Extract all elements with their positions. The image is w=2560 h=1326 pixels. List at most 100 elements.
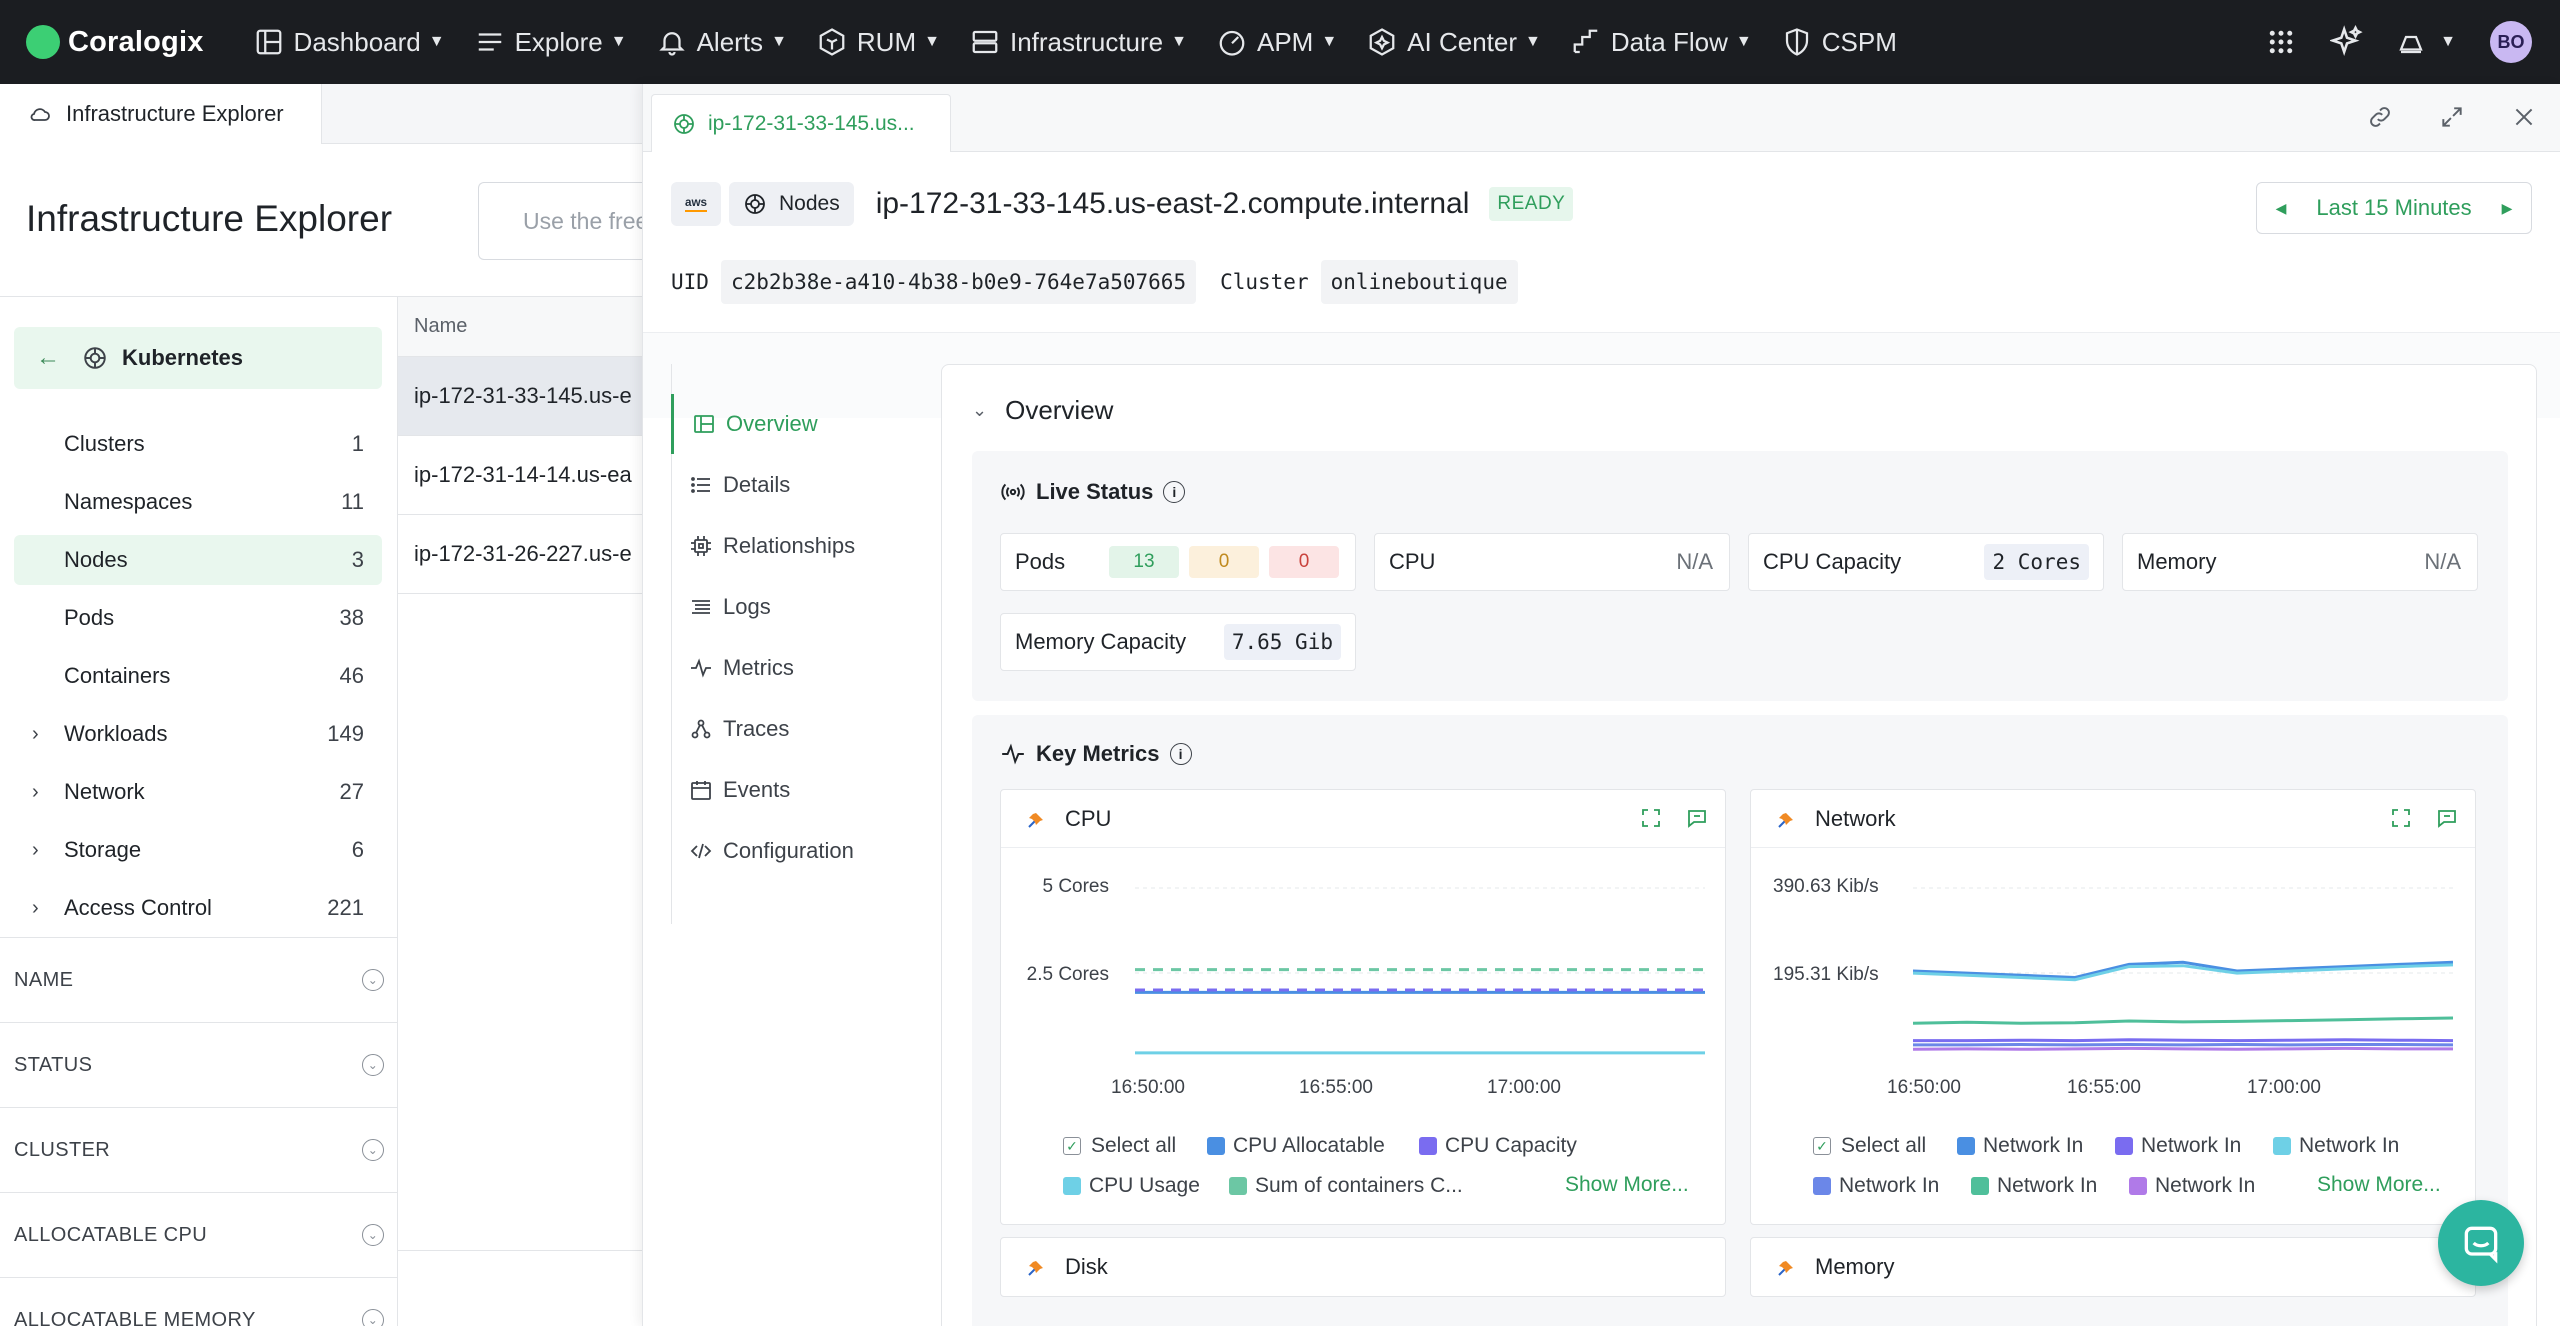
legend-item[interactable]: CPU Capacity [1419,1134,1577,1158]
tree-item-clusters[interactable]: Clusters 1 [14,419,382,469]
show-more-link[interactable]: Show More... [2317,1173,2441,1197]
nav-ai-center-label: AI Center [1407,26,1517,57]
legend-item[interactable]: Sum of containers C... [1229,1174,1463,1198]
tree-item-namespaces[interactable]: Namespaces 11 [14,477,382,527]
table-row[interactable]: ip-172-31-33-145.us-e [398,357,642,436]
chevron-down-icon[interactable]: ⌄ [972,400,987,421]
fullscreen-icon[interactable] [2389,806,2413,830]
tab-node[interactable]: ip-172-31-33-145.us... [651,94,951,152]
legend-item[interactable]: CPU Usage [1063,1174,1200,1198]
checkbox-icon[interactable]: ✓ [1813,1137,1831,1155]
subnav-traces[interactable]: Traces [671,699,911,759]
subnav-events[interactable]: Events [671,760,911,820]
legend-label: Select all [1091,1134,1177,1157]
tree-root-kubernetes[interactable]: ← Kubernetes [14,327,382,389]
column-header-name[interactable]: Name [398,297,642,357]
chevron-down-icon[interactable]: ⌄ [362,1054,384,1076]
y-tick-label: 5 Cores [1042,876,1109,897]
comment-icon[interactable] [1685,806,1709,830]
tree-item-label: Storage [64,837,142,862]
tree-item-label: Containers [64,663,171,688]
legend-item[interactable]: Network In [2273,1134,2399,1158]
nav-alerts[interactable]: Alerts ▼ [657,0,787,84]
sparkle-icon[interactable] [2330,25,2364,59]
chevron-down-icon[interactable]: ⌄ [362,1224,384,1246]
previous-range-icon[interactable]: ◀ [2276,200,2287,217]
tree-item-access-control[interactable]: › Access Control 221 [14,883,382,933]
legend-item[interactable]: Network In [1813,1174,1939,1198]
nav-explore[interactable]: Explore ▼ [475,0,627,84]
time-range-picker[interactable]: ◀ Last 15 Minutes ▶ [2256,182,2532,234]
filter-name[interactable]: NAME ⌄ [0,938,398,1023]
tree-item-containers[interactable]: Containers 46 [14,651,382,701]
overview-header[interactable]: ⌄ Overview [972,395,1113,426]
tree-item-nodes[interactable]: Nodes 3 [14,535,382,585]
cpu-stat: CPU N/A [1374,533,1730,591]
environment-switcher-icon[interactable]: ▼ [2398,27,2456,57]
chat-support-button[interactable] [2438,1200,2524,1286]
chevron-right-icon[interactable]: › [32,723,39,746]
tree-item-count: 221 [327,895,364,920]
subnav-details[interactable]: Details [671,455,911,515]
subnav-label: Traces [723,716,790,741]
nav-cspm[interactable]: CSPM [1782,0,1897,84]
coralogix-logo[interactable]: Coralogix [26,25,204,59]
subnav-overview[interactable]: Overview [671,394,911,454]
chevron-down-icon[interactable]: ⌄ [362,1309,384,1326]
chevron-right-icon[interactable]: › [32,781,39,804]
legend-swatch [1229,1177,1247,1195]
chevron-right-icon[interactable]: › [32,897,39,920]
legend-select-all[interactable]: ✓ Select all [1063,1134,1176,1158]
nav-ai-center[interactable]: AI Center ▼ [1367,0,1541,84]
checkbox-icon[interactable]: ✓ [1063,1137,1081,1155]
legend-swatch [2273,1137,2291,1155]
link-icon[interactable] [2367,104,2393,130]
top-navigation-bar: Coralogix Dashboard ▼ Explore ▼ Alerts ▼ RU… [0,0,2560,84]
legend-item[interactable]: Network In [1957,1134,2083,1158]
tree-item-workloads[interactable]: › Workloads 149 [14,709,382,759]
node-metadata: UID c2b2b38e-a410-4b38-b0e9-764e7a507665… [671,260,1542,304]
legend-swatch [1419,1137,1437,1155]
fullscreen-icon[interactable] [1639,806,1663,830]
apps-grid-icon[interactable] [2266,27,2296,57]
tree-item-storage[interactable]: › Storage 6 [14,825,382,875]
filter-cluster[interactable]: CLUSTER ⌄ [0,1108,398,1193]
tab-infrastructure-explorer[interactable]: Infrastructure Explorer [0,84,322,144]
nav-apm[interactable]: APM ▼ [1217,0,1337,84]
legend-item[interactable]: Network In [1971,1174,2097,1198]
chevron-down-icon[interactable]: ⌄ [362,969,384,991]
tree-item-network[interactable]: › Network 27 [14,767,382,817]
tree-item-count: 46 [339,663,364,688]
next-range-icon[interactable]: ▶ [2502,200,2513,217]
nav-infrastructure[interactable]: Infrastructure ▼ [970,0,1187,84]
user-avatar[interactable]: BO [2490,21,2532,63]
comment-icon[interactable] [2435,806,2459,830]
legend-item[interactable]: Network In [2115,1134,2241,1158]
subnav-configuration[interactable]: Configuration [671,821,911,881]
info-icon[interactable]: i [1163,481,1186,503]
back-arrow-icon[interactable]: ← [36,344,60,372]
table-row[interactable]: ip-172-31-14-14.us-ea [398,436,642,515]
table-row[interactable]: ip-172-31-26-227.us-e [398,515,642,594]
filter-status[interactable]: STATUS ⌄ [0,1023,398,1108]
nav-rum[interactable]: RUM ▼ [817,0,940,84]
chevron-down-icon: ▼ [428,33,445,50]
close-icon[interactable] [2511,104,2537,130]
filter-allocatable-memory[interactable]: ALLOCATABLE MEMORY ⌄ [0,1278,398,1326]
nav-data-flow[interactable]: Data Flow ▼ [1571,0,1752,84]
legend-item[interactable]: CPU Allocatable [1207,1134,1385,1158]
subnav-logs[interactable]: Logs [671,577,911,637]
chevron-down-icon[interactable]: ⌄ [362,1139,384,1161]
subnav-relationships[interactable]: Relationships [671,516,911,576]
legend-select-all[interactable]: ✓ Select all [1813,1134,1926,1158]
subnav-metrics[interactable]: Metrics [671,638,911,698]
expand-icon[interactable] [2439,104,2465,130]
tree-item-pods[interactable]: Pods 38 [14,593,382,643]
nav-dashboard[interactable]: Dashboard ▼ [254,0,445,84]
chevron-right-icon[interactable]: › [32,839,39,862]
show-more-link[interactable]: Show More... [1565,1173,1689,1197]
cpu-chart-card: CPU 5 Cores 2.5 Cores 16:50:00 16:55:00 … [1000,789,1726,1225]
info-icon[interactable]: i [1169,743,1192,765]
filter-allocatable-cpu[interactable]: ALLOCATABLE CPU ⌄ [0,1193,398,1278]
legend-item[interactable]: Network In [2129,1174,2255,1198]
